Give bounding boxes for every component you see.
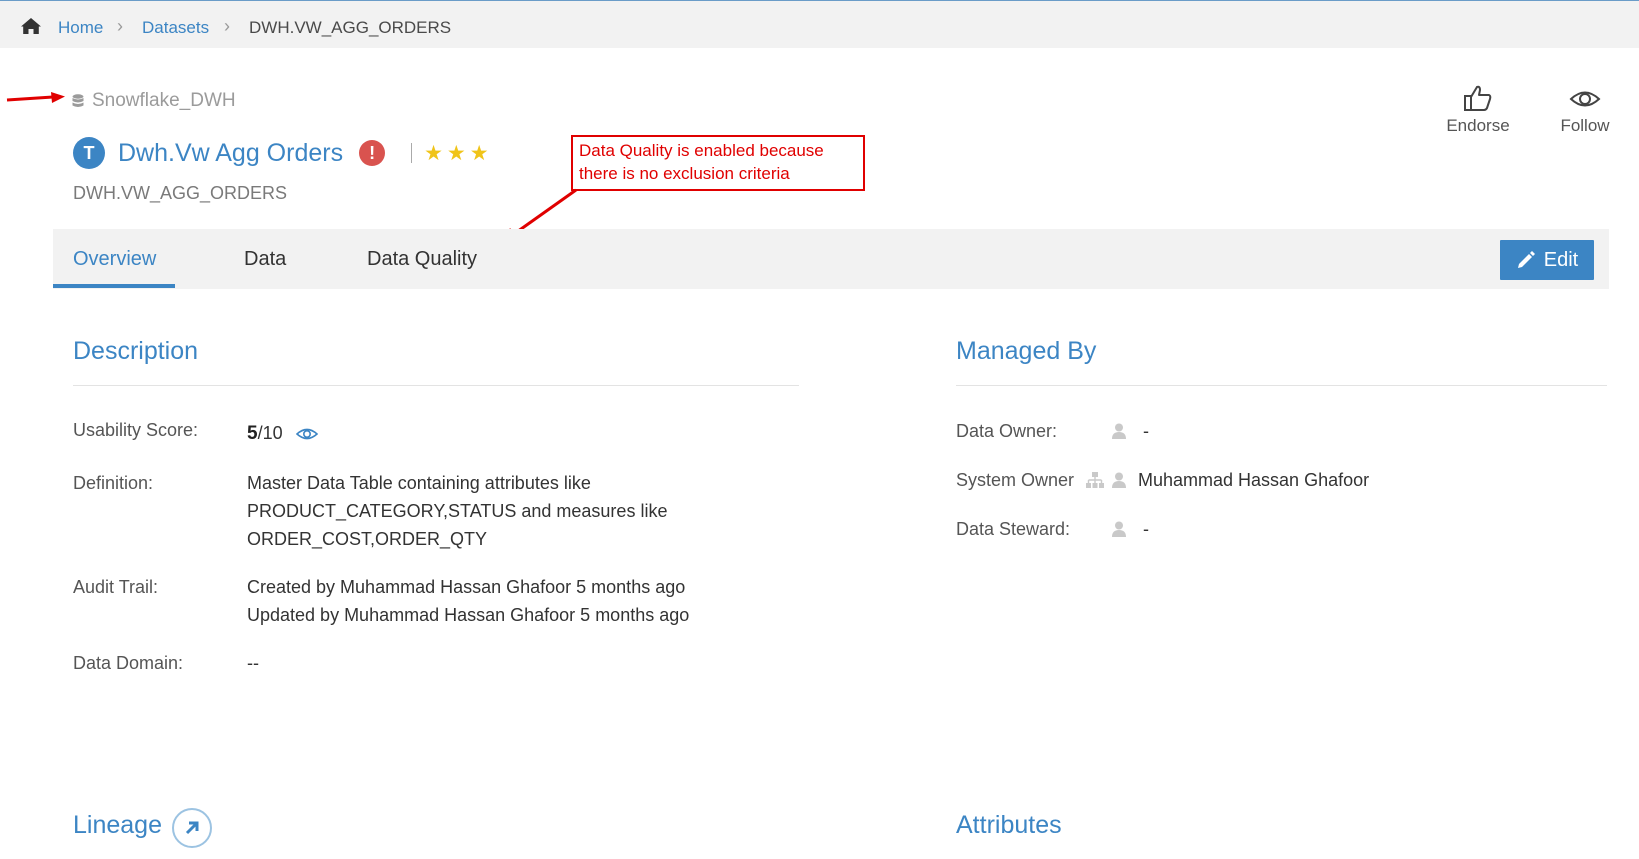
follow-label: Follow <box>1560 116 1610 135</box>
usability-score-max: /10 <box>257 423 283 443</box>
audit-trail-value: Created by Muhammad Hassan Ghafoor 5 mon… <box>247 573 689 629</box>
usability-score: 5/10 <box>247 419 318 448</box>
rating-stars[interactable]: ★ ★ ★ <box>424 143 488 164</box>
annotation-arrow-icon <box>6 92 65 103</box>
technical-name: DWH.VW_AGG_ORDERS <box>73 183 288 203</box>
page-title: Dwh.Vw Agg Orders <box>118 138 344 167</box>
edit-label: Edit <box>1543 248 1579 271</box>
system-owner-value[interactable]: Muhammad Hassan Ghafoor <box>1138 466 1369 494</box>
annotation-box: Data Quality is enabled because there is… <box>571 135 865 191</box>
data-steward-value: - <box>1143 519 1149 539</box>
thumbs-up-icon <box>1464 85 1492 111</box>
alert-icon[interactable]: ! <box>359 140 386 166</box>
usability-score-label: Usability Score: <box>73 420 199 440</box>
tab-overview[interactable]: Overview <box>73 248 156 271</box>
eye-icon <box>1569 91 1601 107</box>
breadcrumb-home-link[interactable]: Home <box>58 18 103 38</box>
lineage-heading: Lineage <box>73 811 162 839</box>
chevron-right-icon: › <box>224 16 230 36</box>
audit-line: Created by Muhammad Hassan Ghafoor 5 mon… <box>247 577 686 597</box>
pencil-icon <box>1517 251 1535 268</box>
star-icon[interactable]: ★ <box>470 143 489 164</box>
database-icon <box>72 93 84 107</box>
data-domain-label: Data Domain: <box>73 653 184 673</box>
star-icon[interactable]: ★ <box>424 143 443 164</box>
table-type-badge: T <box>73 137 105 169</box>
divider <box>956 385 1607 386</box>
source-link[interactable]: Snowflake_DWH <box>72 90 236 112</box>
data-domain-value: -- <box>247 653 259 673</box>
definition-line: ORDER_COST,ORDER_QTY <box>247 529 488 549</box>
endorse-label: Endorse <box>1446 116 1510 135</box>
user-icon <box>1112 472 1126 488</box>
arrow-up-right-icon <box>185 821 199 835</box>
breadcrumb-current: DWH.VW_AGG_ORDERS <box>249 18 452 37</box>
breadcrumb-datasets-link[interactable]: Datasets <box>142 18 209 38</box>
system-owner-label: System Owner <box>956 470 1075 490</box>
usability-score-value: 5 <box>247 423 258 444</box>
tab-data[interactable]: Data <box>244 248 286 271</box>
follow-button[interactable]: Follow <box>1550 84 1620 136</box>
dataset-header: T Dwh.Vw Agg Orders ! ★ ★ ★ <box>73 137 489 169</box>
hierarchy-icon <box>1086 472 1104 488</box>
data-owner-value: - <box>1143 421 1149 441</box>
divider <box>411 143 413 163</box>
definition-value: Master Data Table containing attributes … <box>247 469 667 553</box>
annotation-line: there is no exclusion criteria <box>579 164 790 183</box>
data-steward-label: Data Steward: <box>956 519 1071 539</box>
edit-button[interactable]: Edit <box>1500 240 1594 280</box>
audit-trail-label: Audit Trail: <box>73 577 159 597</box>
chevron-right-icon: › <box>117 16 123 36</box>
active-tab-indicator <box>53 284 175 288</box>
definition-line: Master Data Table containing attributes … <box>247 473 591 493</box>
managed-by-heading: Managed By <box>956 337 1097 365</box>
description-heading: Description <box>73 337 199 365</box>
definition-label: Definition: <box>73 473 154 493</box>
endorse-button[interactable]: Endorse <box>1438 84 1518 136</box>
source-name[interactable]: Snowflake_DWH <box>92 90 236 112</box>
star-icon[interactable]: ★ <box>447 143 466 164</box>
attributes-heading: Attributes <box>956 811 1062 839</box>
home-icon[interactable] <box>20 17 42 35</box>
audit-line: Updated by Muhammad Hassan Ghafoor 5 mon… <box>247 605 690 625</box>
tab-bar: Overview Data Data Quality Edit <box>53 229 1609 289</box>
user-icon <box>1112 423 1126 439</box>
definition-line: PRODUCT_CATEGORY,STATUS and measures lik… <box>247 501 668 521</box>
open-lineage-button[interactable] <box>172 808 212 848</box>
divider <box>73 385 799 386</box>
data-owner-label: Data Owner: <box>956 421 1058 441</box>
annotation-line: Data Quality is enabled because <box>579 141 824 160</box>
tab-data-quality[interactable]: Data Quality <box>367 248 477 271</box>
user-icon <box>1112 521 1126 537</box>
breadcrumb: Home › Datasets › DWH.VW_AGG_ORDERS <box>0 0 1639 48</box>
eye-icon[interactable] <box>295 426 318 442</box>
